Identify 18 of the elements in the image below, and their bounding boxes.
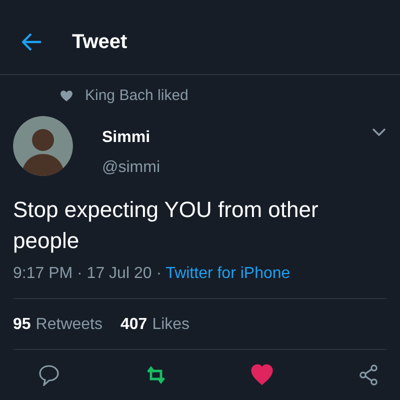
stat-count[interactable]: 95 (13, 312, 31, 336)
liked-by-text: King Bach liked (85, 86, 188, 106)
timestamp: 9:17 PM · 17 Jul 20 · (13, 264, 163, 282)
heart-icon[interactable] (251, 364, 274, 386)
heart-icon (60, 90, 73, 102)
source-link[interactable]: Twitter for iPhone (166, 264, 290, 282)
stat-label[interactable]: Retweets (36, 312, 102, 336)
stat-label[interactable]: Likes (152, 312, 190, 336)
retweet-icon[interactable] (144, 364, 167, 386)
share-icon[interactable] (358, 364, 380, 386)
tweet-text: Stop expecting YOU from other people (12, 196, 320, 255)
chevron-down-icon[interactable] (372, 128, 386, 136)
back-icon[interactable] (22, 33, 42, 51)
page-title: Tweet (72, 30, 128, 55)
stat-count[interactable]: 407 (120, 312, 148, 336)
author-name[interactable]: Simmi (102, 126, 150, 150)
author-handle[interactable]: @simmi (102, 156, 160, 180)
reply-icon[interactable] (38, 364, 60, 386)
